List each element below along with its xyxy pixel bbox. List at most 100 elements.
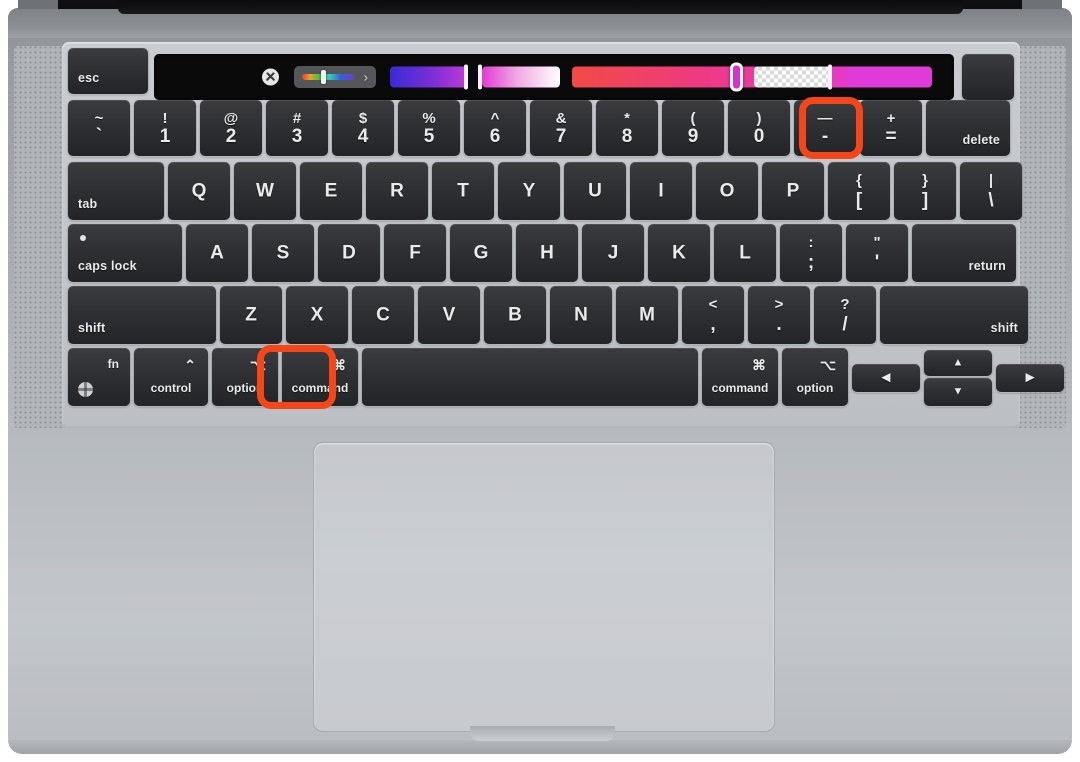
key-6-top-label: ^ bbox=[490, 109, 500, 127]
key-8-bottom-label: 8 bbox=[621, 126, 633, 148]
key-3[interactable]: #3 bbox=[266, 100, 328, 156]
key-bracket-left[interactable]: {[ bbox=[828, 162, 890, 220]
key-arrow-right[interactable]: ▶ bbox=[996, 364, 1064, 392]
key-O[interactable]: O bbox=[696, 162, 758, 220]
key-1[interactable]: ! 1 bbox=[134, 100, 196, 156]
key-D[interactable]: D bbox=[318, 224, 380, 282]
trackpad[interactable] bbox=[313, 442, 775, 732]
key-4[interactable]: $4 bbox=[332, 100, 394, 156]
key-8[interactable]: * 8 bbox=[596, 100, 658, 156]
swatch-end-cap-1 bbox=[464, 64, 468, 90]
key-slash[interactable]: ? / bbox=[814, 286, 876, 344]
key-period-top-label: > bbox=[774, 296, 784, 314]
key-F-label: F bbox=[409, 242, 421, 264]
key-5[interactable]: % 5 bbox=[398, 100, 460, 156]
key-B[interactable]: B bbox=[484, 286, 546, 344]
key-space[interactable] bbox=[362, 348, 698, 406]
key-arrow-down[interactable]: ▼ bbox=[924, 378, 992, 406]
key-shift-right[interactable]: shift bbox=[880, 286, 1028, 344]
key-control[interactable]: ⌃ control bbox=[134, 348, 208, 406]
key-Y[interactable]: Y bbox=[498, 162, 560, 220]
key-J[interactable]: J bbox=[582, 224, 644, 282]
swatch-solid-magenta[interactable] bbox=[848, 66, 932, 88]
swatch-end-cap-4 bbox=[828, 64, 832, 90]
key-quote[interactable]: " ' bbox=[846, 224, 908, 282]
key-P[interactable]: P bbox=[762, 162, 824, 220]
key-esc[interactable]: esc bbox=[68, 48, 148, 94]
key-Q[interactable]: Q bbox=[168, 162, 230, 220]
key-7[interactable]: & 7 bbox=[530, 100, 592, 156]
key-6[interactable]: ^ 6 bbox=[464, 100, 526, 156]
swatch-blue-purple-gradient[interactable] bbox=[390, 66, 468, 88]
key-H[interactable]: H bbox=[516, 224, 578, 282]
key-X[interactable]: X bbox=[286, 286, 348, 344]
key-period[interactable]: >. bbox=[748, 286, 810, 344]
key-7-bottom-label: 7 bbox=[555, 126, 567, 148]
swatch-magenta-white-gradient[interactable] bbox=[482, 66, 560, 88]
key-option-left-symbol-icon: ⌥ bbox=[249, 357, 266, 373]
key-comma[interactable]: <, bbox=[682, 286, 744, 344]
key-L[interactable]: L bbox=[714, 224, 776, 282]
key-command-left[interactable]: ⌘ command bbox=[282, 348, 358, 406]
key-W[interactable]: W bbox=[234, 162, 296, 220]
key-F[interactable]: F bbox=[384, 224, 446, 282]
key-K-label: K bbox=[672, 242, 686, 264]
key-arrow-up[interactable]: ▲ bbox=[924, 350, 992, 376]
key-shift-left[interactable]: shift bbox=[68, 286, 216, 344]
key-fn[interactable]: fn bbox=[68, 348, 130, 406]
key-A[interactable]: A bbox=[186, 224, 248, 282]
slider-handle[interactable] bbox=[730, 62, 743, 92]
key-Z[interactable]: Z bbox=[220, 286, 282, 344]
key-option-right[interactable]: ⌥ option bbox=[782, 348, 848, 406]
key-G[interactable]: G bbox=[450, 224, 512, 282]
key-option-left[interactable]: ⌥ option bbox=[212, 348, 278, 406]
touch-bar[interactable]: › bbox=[154, 54, 954, 100]
key-N[interactable]: N bbox=[550, 286, 612, 344]
key-comma-top-label: < bbox=[708, 296, 718, 314]
close-icon[interactable] bbox=[262, 68, 279, 86]
swatch-transparency-checker[interactable] bbox=[754, 66, 832, 88]
key-9[interactable]: (9 bbox=[662, 100, 724, 156]
key-K[interactable]: K bbox=[648, 224, 710, 282]
key-equals[interactable]: + = bbox=[860, 100, 922, 156]
key-bracket-right-bottom-label: ] bbox=[921, 190, 929, 212]
key-A-label: A bbox=[210, 242, 224, 264]
speaker-grille-left bbox=[14, 46, 66, 428]
key-0[interactable]: ) 0 bbox=[728, 100, 790, 156]
key-touch-id[interactable] bbox=[962, 54, 1014, 100]
key-B-label: B bbox=[508, 304, 522, 326]
key-C[interactable]: C bbox=[352, 286, 414, 344]
key-control-symbol-icon: ⌃ bbox=[184, 357, 196, 373]
color-picker-button[interactable]: › bbox=[294, 66, 376, 88]
key-T-label: T bbox=[457, 180, 469, 202]
key-arrow-left-icon: ◀ bbox=[881, 371, 891, 384]
key-minus[interactable]: — - bbox=[794, 100, 856, 156]
key-S-label: S bbox=[276, 242, 290, 264]
rainbow-knob-icon bbox=[321, 70, 326, 84]
key-backslash[interactable]: | \ bbox=[960, 162, 1022, 220]
key-delete[interactable]: delete bbox=[926, 100, 1010, 156]
display-bottom-edge bbox=[118, 0, 963, 14]
key-T[interactable]: T bbox=[432, 162, 494, 220]
key-bracket-left-bottom-label: [ bbox=[855, 190, 863, 212]
key-E[interactable]: E bbox=[300, 162, 362, 220]
key-tilde[interactable]: ~ ` bbox=[68, 100, 130, 156]
key-2[interactable]: @2 bbox=[200, 100, 262, 156]
key-M[interactable]: M bbox=[616, 286, 678, 344]
globe-icon bbox=[78, 382, 93, 397]
key-arrow-left[interactable]: ◀ bbox=[852, 364, 920, 392]
key-S[interactable]: S bbox=[252, 224, 314, 282]
key-tab[interactable]: tab bbox=[68, 162, 164, 220]
key-command-right[interactable]: ⌘ command bbox=[702, 348, 778, 406]
key-bracket-right[interactable]: }] bbox=[894, 162, 956, 220]
key-caps-lock[interactable]: caps lock bbox=[68, 224, 182, 282]
key-I[interactable]: I bbox=[630, 162, 692, 220]
key-V[interactable]: V bbox=[418, 286, 480, 344]
key-R[interactable]: R bbox=[366, 162, 428, 220]
key-U[interactable]: U bbox=[564, 162, 626, 220]
key-delete-label: delete bbox=[962, 132, 1000, 147]
key-semicolon[interactable]: :; bbox=[780, 224, 842, 282]
key-return[interactable]: return bbox=[912, 224, 1016, 282]
key-M-label: M bbox=[639, 304, 655, 326]
key-3-top-label: # bbox=[292, 109, 302, 127]
